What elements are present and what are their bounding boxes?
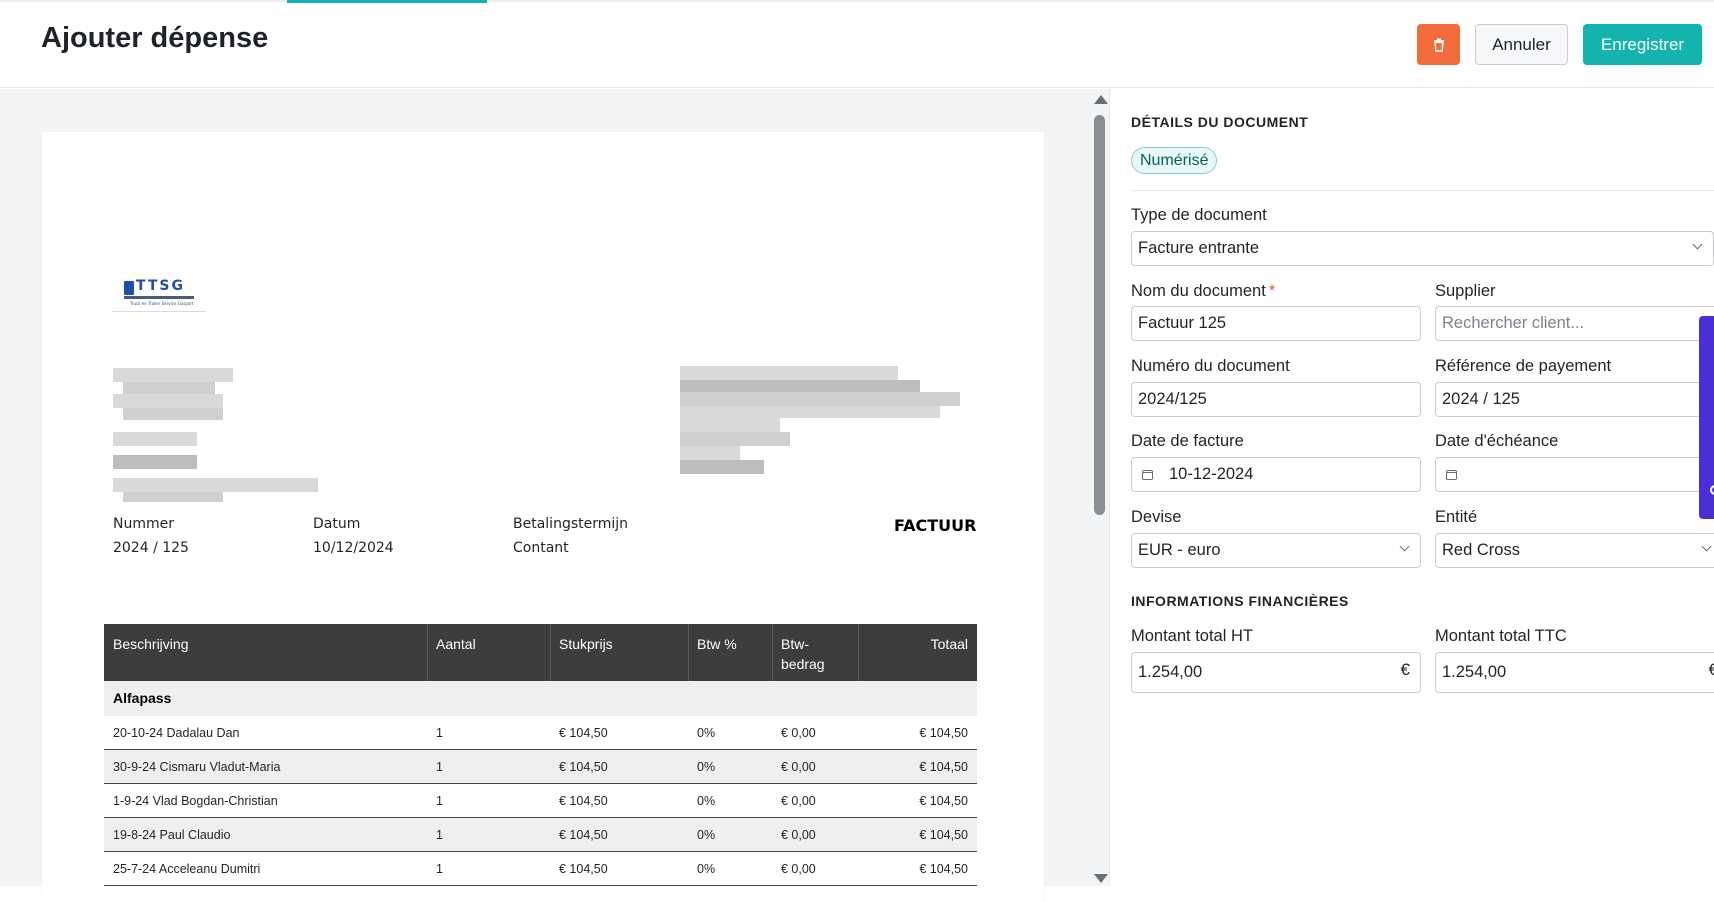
payment-ref-value: 2024 / 125 <box>1442 390 1520 408</box>
chevron-down-icon <box>1701 541 1712 552</box>
entity-select[interactable]: Red Cross <box>1435 533 1714 568</box>
payment-term-value: Contant <box>513 540 569 556</box>
payment-ref-input[interactable]: 2024 / 125 <box>1435 382 1714 417</box>
table-row: 30-9-24 Cismaru Vladut-Maria 1 € 104,50 … <box>104 750 977 784</box>
supplier-label: Supplier <box>1435 282 1496 300</box>
supplier-placeholder: Rechercher client... <box>1442 314 1585 332</box>
column-header: Aantal <box>436 636 476 652</box>
chevron-down-icon <box>1692 239 1703 250</box>
column-header: Totaal <box>930 636 968 652</box>
document-preview[interactable]: TTSG Truck en Trailer Service Gasport Nu… <box>0 89 1091 902</box>
doc-type-select[interactable]: Facture entrante <box>1131 231 1714 266</box>
total-ttc-value: 1.254,00 <box>1442 663 1507 681</box>
invoice-date-value: 10-12-2024 <box>1169 465 1254 483</box>
document-details-title: DÉTAILS DU DOCUMENT <box>1131 114 1309 130</box>
doc-number-input[interactable]: 2024/125 <box>1131 382 1421 417</box>
euro-symbol: € <box>1708 660 1714 679</box>
doc-type-label: Type de document <box>1131 206 1267 224</box>
document-type-heading: FACTUUR <box>894 516 977 535</box>
invoice-table-header: Beschrijving Aantal Stukprijs Btw % Btw-… <box>104 624 977 681</box>
table-row: 1-9-24 Vlad Bogdan-Christian 1 € 104,50 … <box>104 784 977 818</box>
status-badge: Numérisé <box>1131 147 1218 174</box>
due-date-label: Date d'échéance <box>1435 432 1559 450</box>
top-border <box>0 0 1714 2</box>
payment-ref-label: Référence de payement <box>1435 357 1612 375</box>
chevron-down-icon <box>1399 541 1410 552</box>
divider <box>1131 190 1714 191</box>
company-logo: TTSG Truck en Trailer Service Gasport <box>112 272 206 312</box>
column-header: Btw- bedrag <box>781 636 825 672</box>
entity-label: Entité <box>1435 508 1478 526</box>
preview-scrollbar[interactable] <box>1091 89 1109 886</box>
due-date-input[interactable] <box>1435 457 1714 492</box>
column-header: Btw % <box>697 636 737 652</box>
doc-type-value: Facture entrante <box>1138 239 1260 257</box>
page-title: Ajouter dépense <box>41 22 269 54</box>
table-row: 25-7-24 Acceleanu Dumitri 1 € 104,50 0% … <box>104 852 977 886</box>
invoice-date-label: Datum <box>313 516 361 532</box>
cancel-button[interactable]: Annuler <box>1475 24 1568 65</box>
column-header: Beschrijving <box>113 636 189 652</box>
feedback-widget-tab[interactable] <box>1699 316 1714 519</box>
calendar-icon <box>1446 469 1457 480</box>
invoice-section-row: Alfapass <box>104 681 977 716</box>
financial-info-title: INFORMATIONS FINANCIÈRES <box>1131 593 1349 609</box>
euro-symbol: € <box>1400 660 1410 679</box>
entity-value: Red Cross <box>1442 541 1520 559</box>
scrollbar-thumb[interactable] <box>1094 115 1105 515</box>
total-ttc-label: Montant total TTC <box>1435 627 1567 645</box>
delete-button[interactable] <box>1417 24 1460 65</box>
trash-icon <box>1433 38 1444 52</box>
save-button[interactable]: Enregistrer <box>1583 24 1702 65</box>
invoice-number-value: 2024 / 125 <box>113 540 189 556</box>
section-label: Alfapass <box>113 690 172 706</box>
total-ht-value: 1.254,00 <box>1138 663 1203 681</box>
supplier-search-input[interactable]: Rechercher client... <box>1435 306 1714 341</box>
invoice-date-value: 10/12/2024 <box>313 540 394 556</box>
widget-icon <box>1710 485 1714 495</box>
invoice-number-label: Nummer <box>113 516 174 532</box>
currency-label: Devise <box>1131 508 1182 526</box>
table-row: 19-8-24 Paul Claudio 1 € 104,50 0% € 0,0… <box>104 818 977 852</box>
total-ht-label: Montant total HT <box>1131 627 1253 645</box>
top-bar: Ajouter dépense Annuler Enregistrer <box>0 0 1714 88</box>
total-ht-input[interactable]: 1.254,00 € <box>1131 652 1421 693</box>
doc-name-label: Nom du document * <box>1131 282 1276 300</box>
invoice-date-input[interactable]: 10-12-2024 <box>1131 457 1421 492</box>
doc-name-value: Factuur 125 <box>1138 314 1227 332</box>
doc-name-input[interactable]: Factuur 125 <box>1131 306 1421 341</box>
doc-number-label: Numéro du document <box>1131 357 1290 375</box>
currency-value: EUR - euro <box>1138 541 1221 559</box>
doc-number-value: 2024/125 <box>1138 390 1207 408</box>
total-ttc-input[interactable]: 1.254,00 € <box>1435 652 1714 693</box>
calendar-icon <box>1142 469 1153 480</box>
truck-icon <box>124 281 134 295</box>
table-row: 20-10-24 Dadalau Dan 1 € 104,50 0% € 0,0… <box>104 716 977 750</box>
invoice-date-label: Date de facture <box>1131 432 1244 450</box>
scroll-down-arrow-icon[interactable] <box>1094 874 1108 883</box>
scroll-up-arrow-icon[interactable] <box>1094 95 1108 104</box>
column-header: Stukprijs <box>559 636 613 652</box>
payment-term-label: Betalingstermijn <box>513 516 629 532</box>
currency-select[interactable]: EUR - euro <box>1131 533 1421 568</box>
active-tab-indicator <box>287 0 487 3</box>
